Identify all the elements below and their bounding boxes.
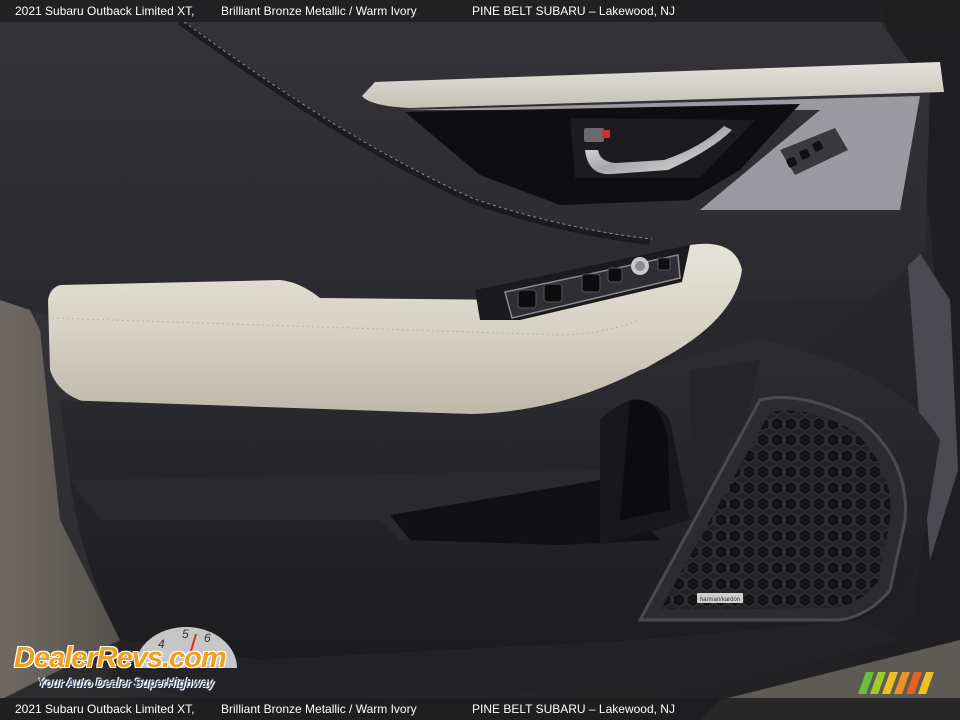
dealerrevs-watermark: 4 5 6 DealerRevs.com Your Auto Dealer Su… (12, 622, 272, 694)
gauge-digit-2: 5 (182, 627, 189, 641)
caption-dealer-bottom: PINE BELT SUBARU – Lakewood, NJ (472, 702, 675, 716)
speaker-badge: harman/kardon (700, 597, 740, 603)
watermark-brand: DealerRevs.com (14, 642, 227, 674)
caption-dealer: PINE BELT SUBARU – Lakewood, NJ (472, 4, 675, 18)
door-panel-photo: harman/kardon (0, 0, 960, 720)
watermark-tagline: Your Auto Dealer SuperHighway (38, 678, 215, 690)
caption-color-bottom: Brilliant Bronze Metallic / Warm Ivory (221, 702, 417, 716)
caption-model-bottom: 2021 Subaru Outback Limited XT, (15, 702, 195, 716)
caption-bar-bottom: 2021 Subaru Outback Limited XT, Brillian… (0, 698, 960, 720)
caption-bar-top: 2021 Subaru Outback Limited XT, Brillian… (0, 0, 960, 22)
caption-model: 2021 Subaru Outback Limited XT, (15, 4, 195, 18)
caption-color: Brilliant Bronze Metallic / Warm Ivory (221, 4, 417, 18)
stripes-logo-icon (858, 672, 934, 694)
